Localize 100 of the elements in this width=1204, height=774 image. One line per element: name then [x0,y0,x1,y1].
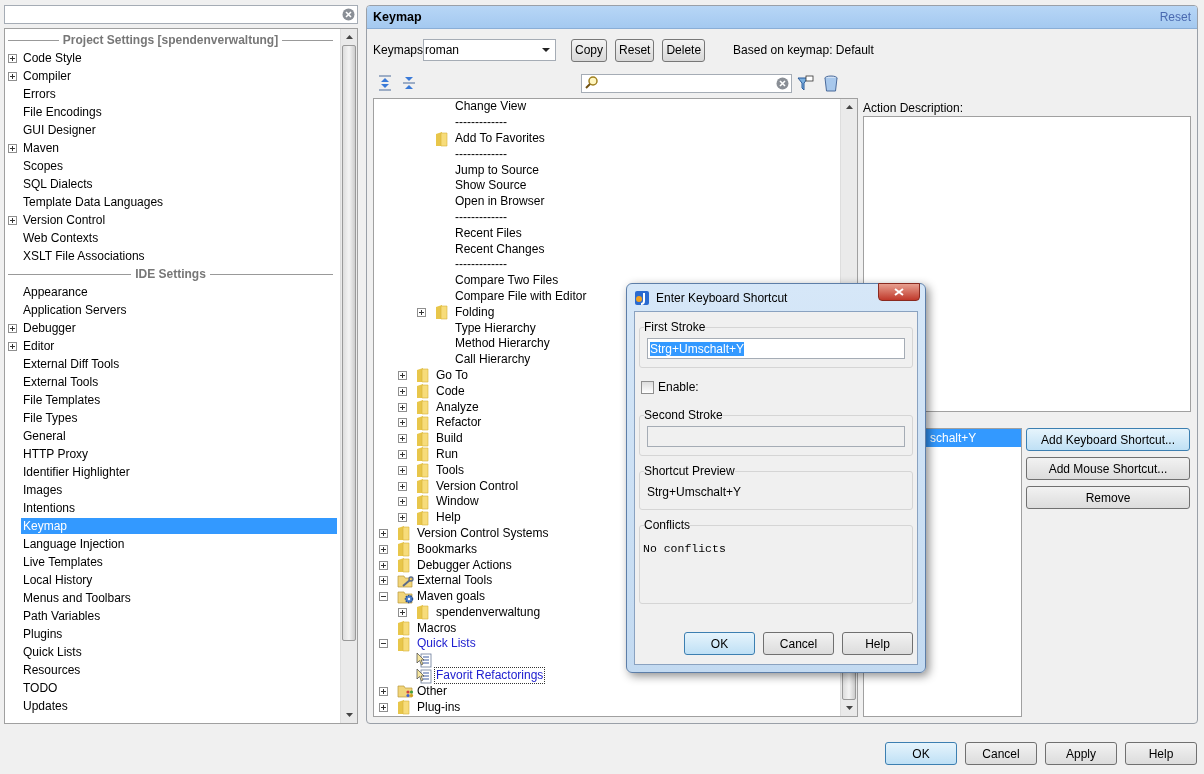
tree-item[interactable]: Plug-ins [416,699,462,715]
expand-all-icon[interactable] [378,75,392,91]
sidebar-item[interactable]: File Types [21,410,80,426]
sidebar-item[interactable]: Images [21,482,65,498]
sidebar-item[interactable]: Debugger [21,320,78,336]
sidebar-item[interactable]: Local History [21,572,95,588]
sidebar-item[interactable]: Application Servers [21,302,129,318]
expand-toggle[interactable] [8,53,17,63]
expand-toggle[interactable] [8,323,17,333]
sidebar-item[interactable]: Language Injection [21,536,127,552]
sidebar-item[interactable]: TODO [21,680,60,696]
expand-toggle[interactable] [398,513,407,523]
expand-toggle[interactable] [398,449,407,459]
tree-item[interactable]: Change View [454,99,528,115]
dialog-button[interactable]: Cancel [763,632,834,655]
expand-toggle[interactable] [379,544,388,554]
expand-toggle[interactable] [379,702,388,712]
tree-item[interactable]: Add To Favorites [454,131,546,146]
tree-item[interactable]: Favorit Refactorings [435,668,545,684]
sidebar-item[interactable]: Maven [21,140,62,156]
tree-item[interactable]: ------------- [454,115,508,131]
tree-item[interactable]: Compare Two Files [454,273,560,289]
expand-toggle[interactable] [379,686,388,696]
tree-item[interactable]: Bookmarks [416,541,479,557]
tree-item[interactable]: Recent Files [454,225,523,241]
tree-item[interactable]: Version Control Systems [416,525,550,541]
sidebar-item[interactable]: Errors [21,86,58,102]
sidebar-item[interactable]: Code Style [21,50,84,66]
tree-item[interactable]: ------------- [454,146,508,162]
sidebar-item[interactable]: File Encodings [21,104,104,120]
expand-toggle[interactable] [398,386,407,396]
tree-item[interactable]: Analyze [435,399,480,415]
sidebar-item[interactable]: File Templates [21,392,103,408]
sidebar-item[interactable]: Template Data Languages [21,194,166,210]
tree-item[interactable]: Recent Changes [454,241,546,257]
keymap-button[interactable]: Reset [615,38,655,62]
sidebar-item[interactable]: Editor [21,338,57,354]
tree-item[interactable]: ------------- [454,257,508,273]
expand-toggle[interactable] [398,497,407,507]
clear-icon[interactable] [342,8,355,21]
sidebar-item[interactable]: Path Variables [21,608,103,624]
expand-toggle[interactable] [8,341,17,351]
shortcut-button[interactable]: Add Mouse Shortcut... [1026,457,1190,480]
tree-item[interactable]: spendenverwaltung [435,604,542,620]
scroll-up-icon[interactable] [845,105,853,109]
expand-toggle[interactable] [417,307,426,317]
clear-icon[interactable] [776,76,789,90]
sidebar-item[interactable]: Quick Lists [21,644,84,660]
sidebar-item[interactable]: Appearance [21,284,90,300]
search-field[interactable] [581,73,792,93]
tree-item[interactable]: Run [435,446,459,462]
trash-icon[interactable] [824,74,838,92]
tree-item[interactable]: External Tools [416,573,494,589]
tree-item[interactable]: Call Hierarchy [454,352,532,368]
expand-toggle[interactable] [398,434,407,444]
scroll-up-icon[interactable] [345,35,353,39]
tree-item[interactable]: Help [435,510,462,526]
filter-icon[interactable] [797,75,814,91]
dialog-button[interactable]: Help [842,632,913,655]
tree-item[interactable]: Refactor [435,415,483,431]
expand-toggle[interactable] [8,215,17,225]
expand-toggle[interactable] [379,576,388,586]
sidebar-item[interactable]: Web Contexts [21,230,101,246]
tree-item[interactable]: Other [416,683,448,699]
dialog-button[interactable]: OK [684,632,755,655]
sidebar-item[interactable]: Scopes [21,158,66,174]
expand-toggle[interactable] [379,560,388,570]
collapse-toggle[interactable] [379,592,388,602]
sidebar-item[interactable]: External Tools [21,374,101,390]
dialog-button[interactable]: Apply [1045,742,1117,765]
keymap-button[interactable]: Copy [571,38,608,62]
expand-toggle[interactable] [8,71,17,81]
scroll-down-icon[interactable] [345,713,353,717]
tree-item[interactable]: Version Control [435,478,520,494]
expand-toggle[interactable] [398,370,407,380]
expand-toggle[interactable] [398,402,407,412]
sidebar-item[interactable]: Intentions [21,500,78,516]
tree-item[interactable]: Maven goals [416,589,487,605]
tree-item[interactable]: Code [435,383,466,399]
tree-item[interactable]: Type Hierarchy [454,320,537,336]
search-field[interactable] [4,5,358,24]
expand-toggle[interactable] [398,481,407,491]
tree-item[interactable]: Quick Lists [416,636,477,652]
expand-toggle[interactable] [8,143,17,153]
sidebar-item[interactable]: GUI Designer [21,122,98,138]
sidebar-item[interactable]: Compiler [21,68,73,84]
tree-item[interactable]: Window [435,494,480,510]
tree-item[interactable]: Debugger Actions [416,557,513,573]
tree-item[interactable]: Macros [416,620,458,636]
tree-item[interactable]: ------------- [454,209,508,225]
sidebar-item[interactable]: Live Templates [21,554,105,570]
tree-item[interactable]: Go To [435,367,469,383]
tree-item[interactable]: Compare File with Editor [454,288,588,304]
shortcut-button[interactable]: Remove [1026,486,1190,509]
sidebar-item[interactable]: Updates [21,698,70,714]
shortcut-button[interactable]: Add Keyboard Shortcut... [1026,428,1190,451]
sidebar-item[interactable]: Resources [21,662,83,678]
sidebar-item[interactable]: General [21,428,68,444]
scrollbar-thumb[interactable] [342,45,356,641]
shortcut-input[interactable] [647,426,905,447]
